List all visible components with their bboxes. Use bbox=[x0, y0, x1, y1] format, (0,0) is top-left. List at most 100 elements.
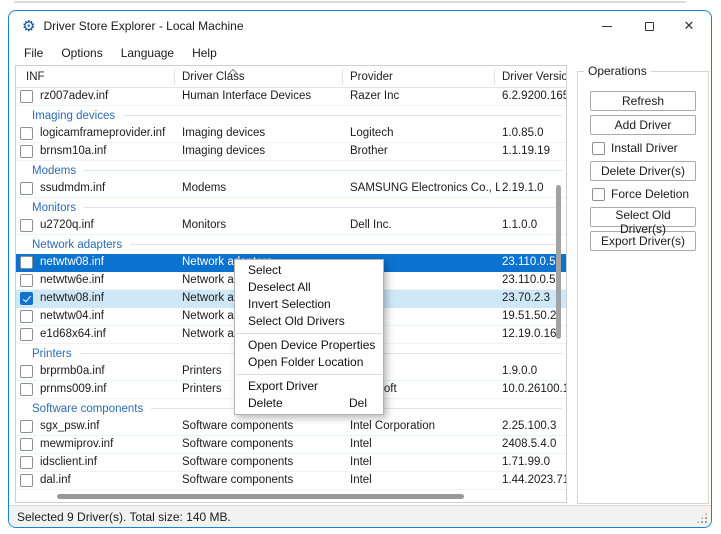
title-bar[interactable]: ⚙ Driver Store Explorer - Local Machine … bbox=[9, 11, 711, 41]
group-header-modems: Modems bbox=[16, 161, 566, 180]
add-driver-button[interactable]: Add Driver bbox=[590, 115, 696, 135]
context-invert-selection[interactable]: Invert Selection bbox=[235, 296, 383, 313]
row-checkbox[interactable] bbox=[20, 420, 33, 433]
vertical-scrollbar-thumb[interactable] bbox=[556, 185, 561, 339]
context-select-old-drivers[interactable]: Select Old Drivers bbox=[235, 313, 383, 330]
resize-grip-icon[interactable] bbox=[696, 512, 708, 524]
column-header-driver-class[interactable]: Driver Class bbox=[182, 66, 245, 88]
version-cell: 1.1.19.19 bbox=[502, 143, 567, 160]
horizontal-scrollbar-thumb[interactable] bbox=[57, 494, 464, 499]
table-row[interactable]: rz007adev.infHuman Interface DevicesRaze… bbox=[16, 88, 566, 106]
context-delete[interactable]: DeleteDel bbox=[235, 395, 383, 412]
driver-class-cell: Monitors bbox=[182, 217, 348, 234]
row-checkbox[interactable] bbox=[20, 438, 33, 451]
context-item-label: Deselect All bbox=[248, 279, 311, 296]
table-row[interactable]: logicamframeprovider.infImaging devicesL… bbox=[16, 125, 566, 143]
row-checkbox-checked[interactable] bbox=[20, 292, 33, 305]
inf-cell: brprmb0a.inf bbox=[40, 363, 180, 380]
context-open-device-properties[interactable]: Open Device Properties bbox=[235, 337, 383, 354]
group-line bbox=[84, 207, 562, 208]
maximize-icon bbox=[645, 22, 654, 31]
row-checkbox[interactable] bbox=[20, 474, 33, 487]
gear-icon: ⚙ bbox=[22, 19, 35, 34]
checkbox-label: Force Deletion bbox=[611, 187, 689, 201]
driver-class-cell: Software components bbox=[182, 472, 348, 489]
row-checkbox[interactable] bbox=[20, 328, 33, 341]
context-export-driver[interactable]: Export Driver bbox=[235, 378, 383, 395]
row-checkbox[interactable] bbox=[20, 274, 33, 287]
menu-file[interactable]: File bbox=[15, 43, 52, 63]
inf-cell: netwtw6e.inf bbox=[40, 272, 180, 289]
menu-separator bbox=[236, 333, 382, 334]
row-checkbox[interactable] bbox=[20, 310, 33, 323]
row-checkbox[interactable] bbox=[20, 456, 33, 469]
minimize-icon bbox=[602, 26, 612, 27]
context-item-label: Invert Selection bbox=[248, 296, 331, 313]
column-header-driver-version[interactable]: Driver Versio bbox=[502, 66, 566, 88]
group-header-monitors: Monitors bbox=[16, 198, 566, 217]
row-checkbox[interactable] bbox=[20, 90, 33, 103]
menu-help[interactable]: Help bbox=[183, 43, 226, 63]
inf-cell: u2720q.inf bbox=[40, 217, 180, 234]
group-header-network-adapters: Network adapters bbox=[16, 235, 566, 254]
row-checkbox[interactable] bbox=[20, 127, 33, 140]
minimize-button[interactable] bbox=[589, 11, 625, 41]
table-row[interactable]: idsclient.infSoftware componentsIntel1.7… bbox=[16, 454, 566, 472]
operations-panel-title: Operations bbox=[584, 64, 651, 78]
inf-cell: ssudmdm.inf bbox=[40, 180, 180, 197]
table-row[interactable]: ssudmdm.infModemsSAMSUNG Electronics Co.… bbox=[16, 180, 566, 198]
checkbox-box[interactable] bbox=[592, 142, 605, 155]
column-header-provider[interactable]: Provider bbox=[350, 66, 393, 88]
row-checkbox[interactable] bbox=[20, 219, 33, 232]
column-header-inf[interactable]: INF bbox=[26, 66, 45, 88]
table-row[interactable]: u2720q.infMonitorsDell Inc.1.1.0.0 bbox=[16, 217, 566, 235]
header-separator bbox=[174, 69, 175, 85]
row-checkbox[interactable] bbox=[20, 145, 33, 158]
export-driver-s-button[interactable]: Export Driver(s) bbox=[590, 231, 696, 251]
table-row[interactable]: mewmiprov.infSoftware componentsIntel240… bbox=[16, 436, 566, 454]
inf-cell: netwtw08.inf bbox=[40, 254, 180, 271]
version-cell: 1.44.2023.71 bbox=[502, 472, 567, 489]
menubar: FileOptionsLanguageHelp bbox=[9, 41, 711, 65]
context-item-label: Delete bbox=[248, 395, 283, 412]
delete-driver-s-button[interactable]: Delete Driver(s) bbox=[590, 161, 696, 181]
background-hairline bbox=[14, 1, 686, 3]
context-open-folder-location[interactable]: Open Folder Location bbox=[235, 354, 383, 371]
group-label: Software components bbox=[32, 403, 143, 415]
status-text: Selected 9 Driver(s). Total size: 140 MB… bbox=[17, 510, 231, 524]
menu-separator bbox=[236, 374, 382, 375]
provider-cell: Intel bbox=[350, 472, 500, 489]
provider-cell: Intel bbox=[350, 454, 500, 471]
context-deselect-all[interactable]: Deselect All bbox=[235, 279, 383, 296]
driver-class-cell: Imaging devices bbox=[182, 143, 348, 160]
maximize-button[interactable] bbox=[631, 11, 667, 41]
table-row[interactable]: brnsm10a.infImaging devicesBrother1.1.19… bbox=[16, 143, 566, 161]
select-old-driver-s-button[interactable]: Select Old Driver(s) bbox=[590, 207, 696, 227]
driver-class-cell: Software components bbox=[182, 454, 348, 471]
menu-language[interactable]: Language bbox=[112, 43, 183, 63]
group-header-imaging-devices: Imaging devices bbox=[16, 106, 566, 125]
context-item-label: Select bbox=[248, 262, 281, 279]
table-row[interactable]: sgx_psw.infSoftware componentsIntel Corp… bbox=[16, 418, 566, 436]
row-checkbox[interactable] bbox=[20, 256, 33, 269]
row-checkbox[interactable] bbox=[20, 365, 33, 378]
app-window: ⚙ Driver Store Explorer - Local Machine … bbox=[8, 10, 712, 528]
table-row[interactable]: dal.infSoftware componentsIntel1.44.2023… bbox=[16, 472, 566, 490]
menu-options[interactable]: Options bbox=[52, 43, 111, 63]
refresh-button[interactable]: Refresh bbox=[590, 91, 696, 111]
context-item-label: Select Old Drivers bbox=[248, 313, 345, 330]
row-checkbox[interactable] bbox=[20, 182, 33, 195]
inf-cell: sgx_psw.inf bbox=[40, 418, 180, 435]
install-driver-checkbox[interactable]: Install Driver bbox=[592, 141, 708, 155]
context-select[interactable]: Select bbox=[235, 262, 383, 279]
close-button[interactable]: ✕ bbox=[671, 11, 707, 41]
checkbox-box[interactable] bbox=[592, 188, 605, 201]
group-label: Imaging devices bbox=[32, 110, 115, 122]
force-deletion-checkbox[interactable]: Force Deletion bbox=[592, 187, 708, 201]
inf-cell: brnsm10a.inf bbox=[40, 143, 180, 160]
inf-cell: idsclient.inf bbox=[40, 454, 180, 471]
row-checkbox[interactable] bbox=[20, 383, 33, 396]
context-item-label: Open Folder Location bbox=[248, 354, 363, 371]
provider-cell: Intel bbox=[350, 436, 500, 453]
inf-cell: netwtw08.inf bbox=[40, 290, 180, 307]
